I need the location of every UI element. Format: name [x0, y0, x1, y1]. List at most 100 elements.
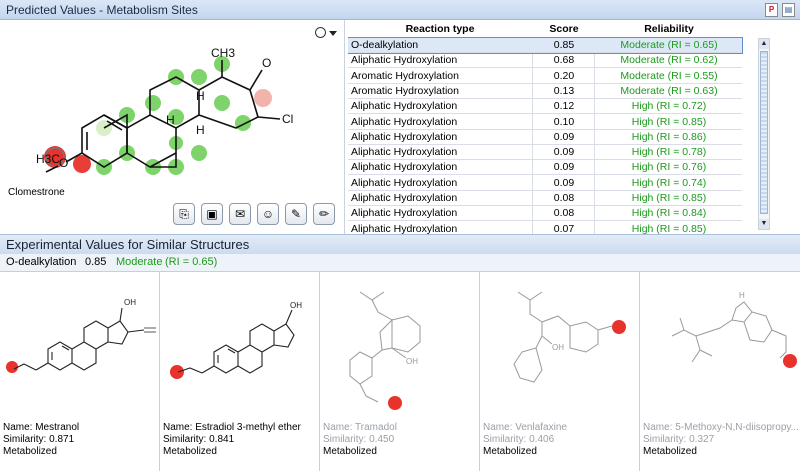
- structure-image-estradiol-methyl-ether: OH: [170, 301, 302, 379]
- header-score[interactable]: Score: [534, 23, 594, 35]
- cell-score: 0.85: [553, 39, 575, 51]
- cell-reliability: High (RI = 0.74): [631, 176, 707, 189]
- scroll-thumb[interactable]: [760, 51, 768, 214]
- cell-score: 0.13: [553, 84, 575, 97]
- atom-label: OH: [290, 301, 302, 310]
- atom-methyl-label: CH3: [211, 46, 235, 60]
- cell-reaction-type: O-dealkylation: [351, 39, 419, 51]
- table-row[interactable]: Aliphatic Hydroxylation 0.10 High (RI = 0.…: [348, 115, 742, 130]
- atom-methoxy-label: H3C: [36, 152, 60, 166]
- pencil-icon[interactable]: ✏: [313, 203, 335, 225]
- copy-structure-icon[interactable]: ⎘: [173, 203, 195, 225]
- table-row[interactable]: Aliphatic Hydroxylation 0.68 Moderate (RI …: [348, 53, 742, 69]
- card-name: Name: Tramadol: [323, 422, 397, 433]
- atom-label: OH: [124, 298, 136, 307]
- cell-reaction-type: Aliphatic Hydroxylation: [351, 115, 458, 128]
- summary-reaction-type: O-dealkylation: [6, 256, 77, 268]
- cell-reaction-type: Aliphatic Hydroxylation: [351, 146, 458, 159]
- pdf-export-icon[interactable]: P: [765, 3, 778, 17]
- cell-score: 0.12: [553, 100, 575, 113]
- table-row[interactable]: Aromatic Hydroxylation 0.13 Moderate (RI =…: [348, 84, 742, 99]
- atom-h-left-label: H: [166, 113, 175, 127]
- header-reaction-type[interactable]: Reaction type: [348, 23, 532, 35]
- cell-reaction-type: Aliphatic Hydroxylation: [351, 192, 458, 204]
- copy-image-icon[interactable]: ▣: [201, 203, 223, 225]
- site-highlight: [191, 69, 207, 85]
- table-row[interactable]: Aromatic Hydroxylation 0.20 Moderate (RI =…: [348, 69, 742, 84]
- card-info: Name: Estradiol 3-methyl ether Similarit…: [163, 422, 318, 458]
- cell-reaction-type: Aromatic Hydroxylation: [351, 69, 459, 82]
- table-row[interactable]: Aliphatic Hydroxylation 0.09 High (RI = 0.…: [348, 145, 742, 161]
- card-info: Name: Venlafaxine Similarity: 0.406 Meta…: [483, 422, 638, 458]
- card-status: Metabolized: [483, 446, 537, 457]
- cell-reliability: High (RI = 0.86): [631, 130, 707, 143]
- cell-score: 0.09: [553, 161, 575, 174]
- cell-reliability: Moderate (RI = 0.62): [620, 54, 718, 67]
- cell-reliability: High (RI = 0.85): [631, 115, 707, 128]
- molecule-panel: CH3 O Cl H3C O H H H Clomestrone ⎘ ▣ ✉ ☺…: [0, 20, 345, 234]
- table-scrollbar[interactable]: ▲ ▼: [758, 38, 770, 230]
- cell-reliability: Moderate (RI = 0.63): [620, 84, 718, 97]
- card-status: Metabolized: [3, 446, 57, 457]
- similar-structure-card[interactable]: OH Name: Mestranol Similarity: 0.871 Met…: [0, 272, 160, 471]
- cell-reaction-type: Aliphatic Hydroxylation: [351, 222, 458, 234]
- card-status: Metabolized: [323, 446, 377, 457]
- cell-score: 0.07: [553, 222, 575, 234]
- cell-score: 0.09: [553, 176, 575, 189]
- card-similarity: Similarity: 0.841: [163, 434, 235, 445]
- table-row[interactable]: O-dealkylation 0.85 Moderate (RI = 0.65): [348, 37, 743, 54]
- similar-structure-card[interactable]: OH Name: Tramadol Similarity: 0.450 Meta…: [320, 272, 480, 471]
- table-row[interactable]: Aliphatic Hydroxylation 0.09 High (RI = 0.…: [348, 160, 742, 176]
- cell-reaction-type: Aromatic Hydroxylation: [351, 84, 459, 97]
- card-similarity: Similarity: 0.406: [483, 434, 555, 445]
- similar-structure-card[interactable]: OH Name: Estradiol 3-methyl ether Simila…: [160, 272, 320, 471]
- card-similarity: Similarity: 0.450: [323, 434, 395, 445]
- structure-image-tramadol: OH: [349, 291, 421, 410]
- atom-h-lower-label: H: [196, 123, 205, 137]
- site-highlight-pink: [254, 89, 272, 107]
- cell-score: 0.09: [553, 130, 575, 143]
- reaction-table: Reaction type Score Reliability O-dealky…: [348, 20, 800, 234]
- site-highlight: [145, 95, 161, 111]
- cell-reaction-type: Aliphatic Hydroxylation: [351, 176, 458, 189]
- card-similarity: Similarity: 0.327: [643, 434, 715, 445]
- card-similarity: Similarity: 0.871: [3, 434, 75, 445]
- card-name: Name: 5-Methoxy-N,N-diisopropy...: [643, 422, 798, 433]
- site-highlight: [191, 145, 207, 161]
- table-row[interactable]: Aliphatic Hydroxylation 0.09 High (RI = 0.…: [348, 130, 742, 145]
- export-icon[interactable]: ✉: [229, 203, 251, 225]
- similar-structure-card[interactable]: H Name: 5-Methoxy-N,N-diisopropy... Simi…: [640, 272, 800, 471]
- experimental-header: Experimental Values for Similar Structur…: [0, 234, 800, 254]
- radio-icon: [315, 27, 326, 38]
- cell-reliability: High (RI = 0.78): [631, 146, 707, 159]
- cell-reaction-type: Aliphatic Hydroxylation: [351, 207, 458, 220]
- similar-structure-card[interactable]: OH Name: Venlafaxine Similarity: 0.406 M…: [480, 272, 640, 471]
- cell-score: 0.10: [553, 115, 575, 128]
- cell-reaction-type: Aliphatic Hydroxylation: [351, 161, 458, 174]
- scroll-up-icon[interactable]: ▲: [759, 39, 769, 49]
- card-info: Name: Tramadol Similarity: 0.450 Metabol…: [323, 422, 478, 458]
- structure-image-mestranol: OH: [6, 298, 156, 373]
- table-row[interactable]: Aliphatic Hydroxylation 0.09 High (RI = 0.…: [348, 176, 742, 191]
- cell-score: 0.68: [553, 54, 575, 67]
- scroll-down-icon[interactable]: ▼: [759, 219, 769, 229]
- table-row[interactable]: Aliphatic Hydroxylation 0.08 High (RI = 0.…: [348, 206, 742, 222]
- table-row[interactable]: Aliphatic Hydroxylation 0.08 High (RI = 0.…: [348, 191, 742, 206]
- summary-score: 0.85: [85, 256, 107, 268]
- header-reliability[interactable]: Reliability: [596, 23, 742, 35]
- smiley-icon[interactable]: ☺: [257, 203, 279, 225]
- atom-label: OH: [406, 357, 418, 366]
- edit-folder-icon[interactable]: ✎: [285, 203, 307, 225]
- cell-reaction-type: Aliphatic Hydroxylation: [351, 130, 458, 143]
- experimental-title: Experimental Values for Similar Structur…: [6, 237, 250, 252]
- cell-score: 0.09: [553, 146, 575, 159]
- card-name: Name: Venlafaxine: [483, 422, 567, 433]
- view-mode-dropdown[interactable]: [315, 26, 339, 40]
- table-row[interactable]: Aliphatic Hydroxylation 0.07 High (RI = 0.…: [348, 222, 742, 234]
- table-row[interactable]: Aliphatic Hydroxylation 0.12 High (RI = 0.…: [348, 99, 742, 115]
- document-export-icon[interactable]: ▤: [782, 3, 795, 17]
- card-status: Metabolized: [643, 446, 697, 457]
- window-title-bar: Predicted Values - Metabolism Sites P ▤: [0, 0, 800, 20]
- card-name: Name: Estradiol 3-methyl ether: [163, 422, 301, 433]
- atom-label: H: [739, 291, 745, 300]
